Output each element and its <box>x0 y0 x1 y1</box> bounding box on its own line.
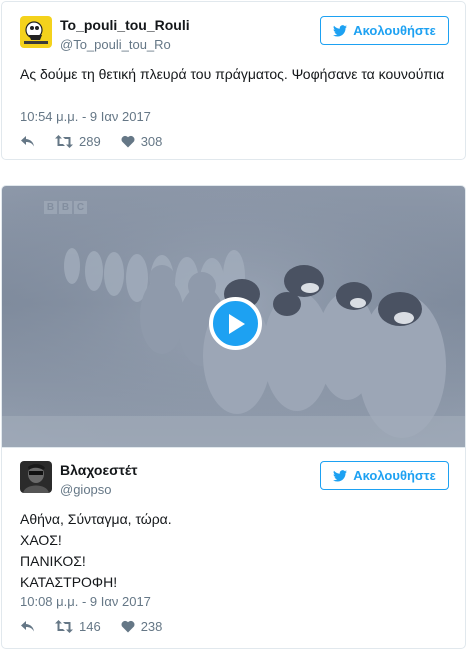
play-icon <box>228 313 245 334</box>
follow-label: Ακολουθήστε <box>353 23 436 38</box>
heart-icon <box>121 620 135 633</box>
video-player[interactable]: B B C <box>2 186 465 447</box>
reply-icon <box>21 136 34 147</box>
display-name[interactable]: To_pouli_tou_Rouli <box>60 17 190 33</box>
retweet-button[interactable]: 289 <box>55 134 101 149</box>
avatar[interactable] <box>20 16 52 48</box>
follow-button[interactable]: Ακολουθήστε <box>320 16 449 45</box>
retweet-button[interactable]: 146 <box>55 619 101 634</box>
like-button[interactable]: 308 <box>121 134 163 149</box>
like-count: 238 <box>140 619 163 634</box>
divider <box>2 447 465 448</box>
reply-button[interactable] <box>20 620 35 633</box>
follow-label: Ακολουθήστε <box>353 468 436 483</box>
tweet-line: Αθήνα, Σύνταγμα, τώρα. <box>20 511 172 527</box>
user-handle[interactable]: @To_pouli_tou_Ro <box>60 37 171 52</box>
heart-icon <box>121 135 135 148</box>
reply-button[interactable] <box>20 135 35 148</box>
tweet-card-1: To_pouli_tou_Rouli @To_pouli_tou_Ro Ακολ… <box>1 1 466 160</box>
user-handle[interactable]: @giopso <box>60 482 112 497</box>
tweet-header: Βλαχοεστέτ @giopso Ακολουθήστε <box>20 461 449 501</box>
tweet-text: Αθήνα, Σύνταγμα, τώρα. ΧΑΟΣ! ΠΑΝΙΚΟΣ! ΚΑ… <box>20 509 449 593</box>
tweet-timestamp[interactable]: 10:54 μ.μ. - 9 Ιαν 2017 <box>20 109 151 124</box>
retweet-icon <box>55 620 73 633</box>
avatar[interactable] <box>20 461 52 493</box>
twitter-bird-icon <box>333 469 348 482</box>
tweet-line: ΠΑΝΙΚΟΣ! <box>20 553 86 569</box>
tweet-card-2: B B C Βλαχοεστέτ @giopso Ακολουθήστε Αθή… <box>1 185 466 649</box>
tweet-line: ΚΑΤΑΣΤΡΟΦΗ! <box>20 574 118 590</box>
display-name[interactable]: Βλαχοεστέτ <box>60 462 137 478</box>
retweet-count: 146 <box>79 619 101 634</box>
tweet-actions: 289 308 <box>20 134 182 149</box>
tweet-timestamp[interactable]: 10:08 μ.μ. - 9 Ιαν 2017 <box>20 594 151 609</box>
play-button[interactable] <box>209 297 262 350</box>
tweet-actions: 146 238 <box>20 619 182 634</box>
bbc-watermark: B B C <box>44 201 87 214</box>
tweet-text: Ας δούμε τη θετική πλευρά του πράγματος.… <box>20 66 445 82</box>
retweet-icon <box>55 135 73 148</box>
like-button[interactable]: 238 <box>121 619 163 634</box>
reply-icon <box>21 621 34 632</box>
like-count: 308 <box>140 134 163 149</box>
tweet-line: ΧΑΟΣ! <box>20 532 62 548</box>
tweet-header: To_pouli_tou_Rouli @To_pouli_tou_Ro Ακολ… <box>20 16 449 56</box>
retweet-count: 289 <box>79 134 101 149</box>
follow-button[interactable]: Ακολουθήστε <box>320 461 449 490</box>
twitter-bird-icon <box>333 24 348 37</box>
